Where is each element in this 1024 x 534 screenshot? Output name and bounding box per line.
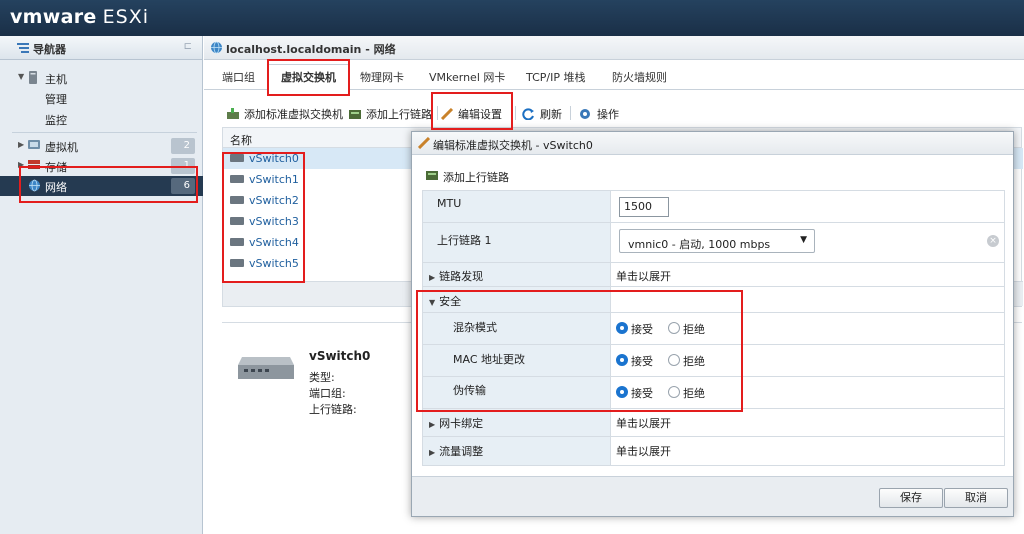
highlight-box-switch-list — [222, 152, 305, 283]
detail-uplinks-label: 上行链路: — [309, 403, 357, 416]
vm-icon — [28, 139, 40, 152]
add-switch-icon — [226, 108, 240, 120]
highlight-box-edit-settings — [431, 92, 513, 130]
add-uplink-button[interactable]: 添加上行链路 — [348, 106, 432, 122]
dialog-title-bar: 编辑标准虚拟交换机 - vSwitch0 — [412, 132, 1013, 155]
nav-item-monitor[interactable]: 监控 — [0, 109, 203, 129]
page-title: localhost.localdomain - 网络 — [226, 43, 396, 56]
switch-image — [238, 353, 294, 383]
highlight-box-network — [19, 166, 198, 203]
nav-divider — [12, 132, 197, 133]
nav-item-manage[interactable]: 管理 — [0, 88, 203, 108]
expand-right-icon[interactable]: ▶ — [429, 420, 435, 429]
add-uplink-icon — [426, 170, 438, 180]
highlight-box-security — [416, 290, 743, 412]
uplink-label: 上行链路 1 — [437, 234, 492, 247]
dialog-footer: 保存 取消 — [412, 476, 1013, 516]
navigator-header: 导航器 ⊏ — [0, 36, 202, 60]
toolbar-divider — [515, 106, 516, 120]
network-globe-icon — [210, 41, 223, 57]
uplink-row: 上行链路 1 vmnic0 - 启动, 1000 mbps ▼ × — [423, 223, 1004, 263]
dialog-title: 编辑标准虚拟交换机 - vSwitch0 — [433, 139, 593, 152]
dropdown-arrow-icon: ▼ — [800, 235, 807, 245]
gear-icon — [579, 108, 593, 120]
nav-item-host[interactable]: ▼ 主机 — [0, 68, 203, 88]
add-uplink-icon — [348, 108, 362, 120]
dialog-toolbar: 添加上行链路 — [412, 155, 1015, 190]
tab-tcpip-stacks[interactable]: TCP/IP 堆栈 — [526, 69, 585, 85]
toolbar-divider — [570, 106, 571, 120]
tab-firewall-rules[interactable]: 防火墙规则 — [612, 69, 667, 85]
nic-teaming-row[interactable]: ▶ 网卡绑定 单击以展开 — [423, 409, 1004, 437]
collapse-icon[interactable]: ⊏ — [184, 41, 192, 52]
expand-down-icon[interactable]: ▼ — [18, 72, 24, 81]
dialog-add-uplink-button[interactable]: 添加上行链路 — [443, 169, 509, 185]
actions-button[interactable]: 操作 — [579, 106, 619, 122]
detail-switch-name: vSwitch0 — [309, 349, 371, 363]
mtu-label: MTU — [437, 197, 462, 210]
nic-teaming-label: 网卡绑定 — [439, 417, 484, 430]
expand-right-icon[interactable]: ▶ — [429, 273, 435, 282]
column-name-header[interactable]: 名称 — [230, 132, 252, 148]
remove-uplink-icon[interactable]: × — [987, 235, 999, 247]
vm-count-badge: 2 — [171, 138, 195, 154]
host-icon — [28, 71, 40, 84]
main-header: localhost.localdomain - 网络 — [204, 36, 1024, 60]
navigator-icon — [17, 42, 29, 57]
traffic-shaping-expand[interactable]: 单击以展开 — [616, 443, 671, 459]
navigator-title: 导航器 — [33, 43, 66, 56]
detail-type-label: 类型: — [309, 371, 335, 384]
mtu-row: MTU 1500 — [423, 191, 1004, 223]
save-button[interactable]: 保存 — [879, 488, 943, 508]
vmware-esxi-logo: vmware ESXi — [10, 6, 149, 28]
mtu-input[interactable]: 1500 — [619, 197, 669, 217]
link-discovery-expand[interactable]: 单击以展开 — [616, 268, 671, 284]
highlight-box-vswitch-tab — [267, 59, 350, 96]
traffic-shaping-row[interactable]: ▶ 流量调整 单击以展开 — [423, 437, 1004, 465]
uplink-select[interactable]: vmnic0 - 启动, 1000 mbps ▼ — [619, 229, 815, 253]
expand-right-icon[interactable]: ▶ — [429, 448, 435, 457]
link-discovery-label: 链路发现 — [439, 270, 484, 283]
cancel-button[interactable]: 取消 — [944, 488, 1008, 508]
tab-physical-nics[interactable]: 物理网卡 — [360, 69, 404, 85]
toolbar: 添加标准虚拟交换机 添加上行链路 编辑设置 刷新 操作 — [204, 100, 1024, 124]
navigator-panel: 导航器 ⊏ ▼ 主机 管理 监控 ▶ 虚拟机 2 ▶ 存储 1 网络 6 — [0, 36, 203, 534]
tab-port-groups[interactable]: 端口组 — [222, 69, 255, 85]
expand-right-icon[interactable]: ▶ — [18, 140, 24, 149]
traffic-shaping-label: 流量调整 — [439, 445, 484, 458]
refresh-button[interactable]: 刷新 — [522, 106, 562, 122]
nav-item-vms[interactable]: ▶ 虚拟机 2 — [0, 136, 203, 156]
tab-vmkernel-nics[interactable]: VMkernel 网卡 — [429, 69, 505, 85]
nic-teaming-expand[interactable]: 单击以展开 — [616, 415, 671, 431]
refresh-icon — [522, 108, 536, 121]
link-discovery-row[interactable]: ▶ 链路发现 单击以展开 — [423, 263, 1004, 287]
pencil-icon — [417, 136, 431, 152]
top-bar: vmware ESXi — [0, 0, 1024, 36]
detail-portgroups-label: 端口组: — [309, 387, 346, 400]
add-standard-switch-button[interactable]: 添加标准虚拟交换机 — [226, 106, 343, 122]
